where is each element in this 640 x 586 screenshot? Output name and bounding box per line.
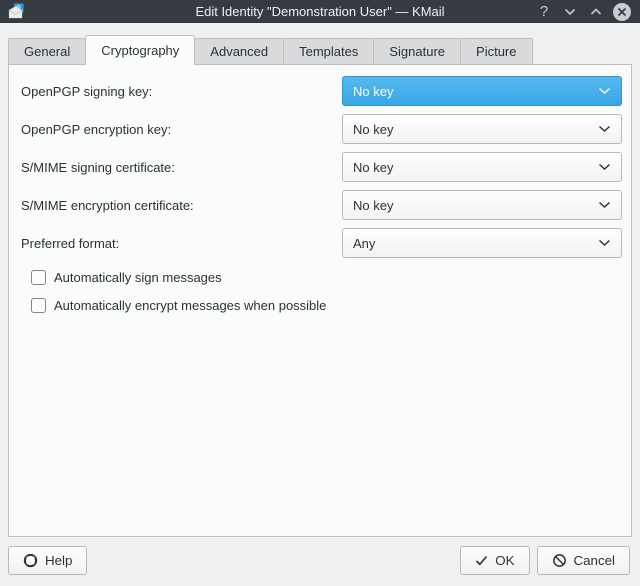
help-button-label: Help: [45, 553, 72, 568]
form-row: Preferred format: Any: [21, 228, 622, 258]
tab-signature[interactable]: Signature: [373, 38, 461, 64]
lifebuoy-icon: [23, 553, 38, 568]
smime-encryption-certificate-label: S/MIME encryption certificate:: [21, 198, 342, 213]
tab-advanced[interactable]: Advanced: [194, 38, 284, 64]
smime-signing-certificate-label: S/MIME signing certificate:: [21, 160, 342, 175]
smime-encryption-certificate-select[interactable]: No key: [342, 190, 622, 220]
chevron-down-icon: [598, 201, 611, 209]
chevron-down-icon: [564, 8, 576, 16]
prohibition-icon: [552, 553, 567, 568]
openpgp-signing-key-select[interactable]: No key: [342, 76, 622, 106]
close-icon: [612, 2, 632, 22]
smime-signing-certificate-value: No key: [353, 160, 598, 175]
openpgp-encryption-key-label: OpenPGP encryption key:: [21, 122, 342, 137]
preferred-format-value: Any: [353, 236, 598, 251]
form-row: S/MIME signing certificate: No key: [21, 152, 622, 182]
titlebar: Edit Identity "Demonstration User" — KMa…: [0, 0, 640, 23]
auto-sign-checkbox[interactable]: [31, 270, 46, 285]
sign-messages-checkline: Automatically sign messages: [31, 268, 622, 286]
kmail-app-icon: [8, 3, 25, 20]
minimize-button[interactable]: [559, 2, 581, 22]
chevron-down-icon: [598, 125, 611, 133]
close-button[interactable]: [611, 2, 633, 22]
ok-button-label: OK: [495, 553, 514, 568]
tab-cryptography[interactable]: Cryptography: [85, 35, 195, 65]
tab-picture[interactable]: Picture: [460, 38, 532, 64]
preferred-format-select[interactable]: Any: [342, 228, 622, 258]
chevron-down-icon: [598, 239, 611, 247]
ok-button[interactable]: OK: [460, 546, 529, 575]
encrypt-messages-checkline: Automatically encrypt messages when poss…: [31, 296, 622, 314]
cancel-button[interactable]: Cancel: [537, 546, 631, 575]
auto-sign-checkbox-label[interactable]: Automatically sign messages: [54, 270, 222, 285]
smime-signing-certificate-select[interactable]: No key: [342, 152, 622, 182]
smime-encryption-certificate-value: No key: [353, 198, 598, 213]
auto-encrypt-checkbox-label[interactable]: Automatically encrypt messages when poss…: [54, 298, 326, 313]
tab-bar: General Cryptography Advanced Templates …: [0, 23, 640, 64]
openpgp-signing-key-value: No key: [353, 84, 598, 99]
titlebar-help-button[interactable]: ?: [533, 2, 555, 22]
tab-templates[interactable]: Templates: [283, 38, 374, 64]
form-row: S/MIME encryption certificate: No key: [21, 190, 622, 220]
edit-identity-dialog: Edit Identity "Demonstration User" — KMa…: [0, 0, 640, 575]
cryptography-tab-panel: OpenPGP signing key: No key OpenPGP encr…: [8, 64, 632, 537]
chevron-up-icon: [590, 8, 602, 16]
auto-encrypt-checkbox[interactable]: [31, 298, 46, 313]
openpgp-signing-key-label: OpenPGP signing key:: [21, 84, 342, 99]
dialog-button-box: Help OK Cancel: [0, 537, 640, 575]
preferred-format-label: Preferred format:: [21, 236, 342, 251]
openpgp-encryption-key-select[interactable]: No key: [342, 114, 622, 144]
tab-general[interactable]: General: [8, 38, 86, 64]
checkmark-icon: [475, 555, 488, 566]
chevron-down-icon: [598, 163, 611, 171]
form-row: OpenPGP signing key: No key: [21, 76, 622, 106]
form-row: OpenPGP encryption key: No key: [21, 114, 622, 144]
maximize-button[interactable]: [585, 2, 607, 22]
openpgp-encryption-key-value: No key: [353, 122, 598, 137]
help-button[interactable]: Help: [8, 546, 87, 575]
cancel-button-label: Cancel: [574, 553, 616, 568]
chevron-down-icon: [598, 87, 611, 95]
